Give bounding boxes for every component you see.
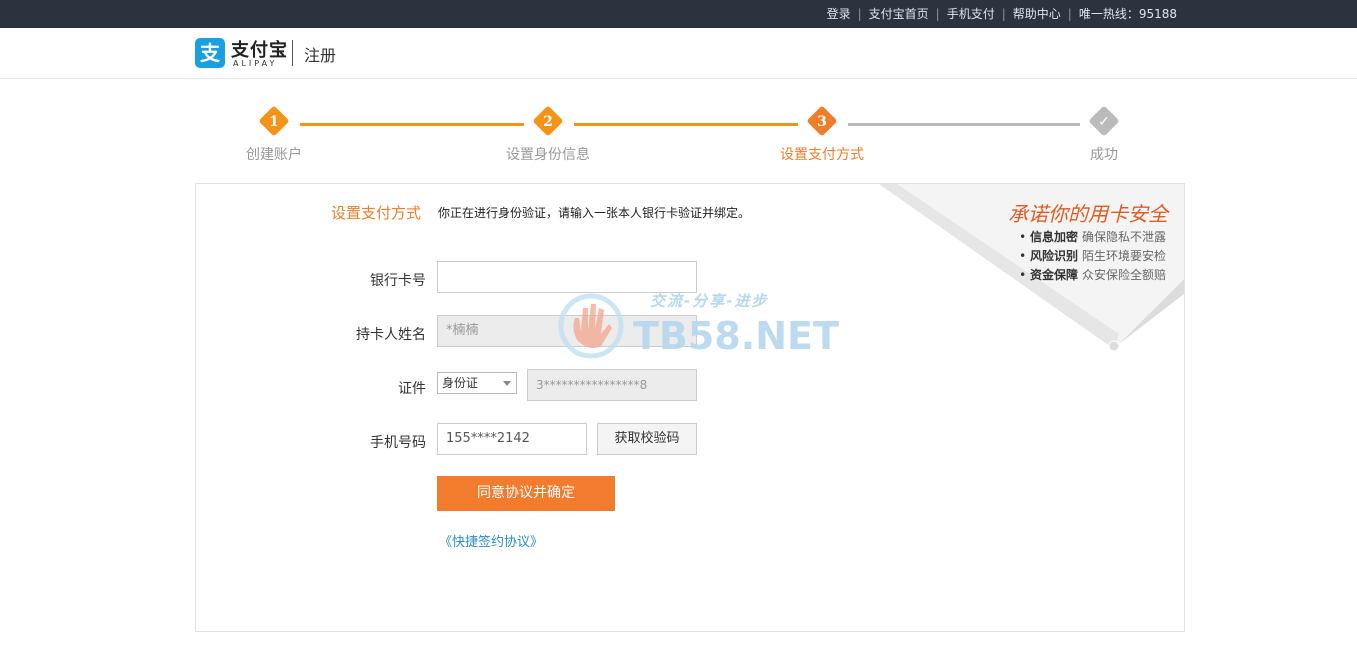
agree-submit-button[interactable]: 同意协议并确定 xyxy=(437,476,615,511)
nav-separator: | xyxy=(1067,7,1072,21)
top-bar: 登录 | 支付宝首页 | 手机支付 | 帮助中心 | 唯一热线：95188 xyxy=(0,0,1357,28)
step-connector xyxy=(300,123,524,126)
alipay-logo-icon[interactable]: 支 xyxy=(195,38,225,68)
promo-item: • 信息加密 确保隐私不泄露 xyxy=(1019,230,1166,244)
nav-separator: | xyxy=(1001,7,1006,21)
top-nav: 登录 | 支付宝首页 | 手机支付 | 帮助中心 | 唯一热线：95188 xyxy=(827,0,1177,28)
header: 支 支付宝 ALIPAY 注册 xyxy=(0,28,1357,79)
id-label: 证件 xyxy=(398,381,426,397)
payment-form-panel: 承诺你的用卡安全 • 信息加密 确保隐私不泄露 • 风险识别 陌生环境要安检 • 资… xyxy=(195,183,1185,632)
promo-item-value: 众安保险全额赔 xyxy=(1081,268,1166,282)
logo-subtext: ALIPAY xyxy=(233,59,278,68)
step-4-label: 成功 xyxy=(1090,147,1118,163)
card-number-label: 银行卡号 xyxy=(370,273,426,289)
mobile-pay-link[interactable]: 手机支付 xyxy=(947,0,995,28)
promo-item: • 风险识别 陌生环境要安检 xyxy=(1019,249,1166,263)
id-number-input: 3****************8 xyxy=(527,369,697,401)
step-1-label: 创建账户 xyxy=(246,147,302,163)
get-code-button[interactable]: 获取校验码 xyxy=(597,423,697,455)
step-connector xyxy=(574,123,798,126)
promo-item-key: 风险识别 xyxy=(1029,249,1078,263)
promo-item: • 资金保障 众安保险全额赔 xyxy=(1019,268,1166,282)
section-description: 你正在进行身份验证，请输入一张本人银行卡验证并绑定。 xyxy=(438,206,751,220)
step-3-number: 3 xyxy=(817,114,827,130)
chevron-down-icon xyxy=(503,381,511,386)
promo-item-key: 资金保障 xyxy=(1029,268,1078,282)
id-type-value: 身份证 xyxy=(442,376,479,390)
nav-separator: | xyxy=(935,7,940,21)
agreement-link[interactable]: 《快捷签约协议》 xyxy=(439,531,543,550)
hotline-text: 唯一热线：95188 xyxy=(1078,7,1177,21)
progress-steps: 1 创建账户 2 设置身份信息 3 设置支付方式 ✓ 成功 xyxy=(195,105,1185,166)
step-2-number: 2 xyxy=(543,114,553,130)
alipay-home-link[interactable]: 支付宝首页 xyxy=(869,0,929,28)
promo-item-value: 陌生环境要安检 xyxy=(1081,249,1166,263)
section-title: 设置支付方式 xyxy=(331,204,422,222)
security-promo: 承诺你的用卡安全 • 信息加密 确保隐私不泄露 • 风险识别 陌生环境要安检 • 资… xyxy=(879,184,1184,354)
cardholder-label: 持卡人姓名 xyxy=(356,327,426,343)
check-icon: ✓ xyxy=(1098,114,1110,130)
cardholder-input: *楠楠 xyxy=(437,315,697,347)
phone-label: 手机号码 xyxy=(370,435,426,451)
id-type-select[interactable]: 身份证 xyxy=(437,372,517,394)
page-title: 注册 xyxy=(304,46,337,65)
card-number-input[interactable] xyxy=(437,261,697,293)
step-3-label: 设置支付方式 xyxy=(780,147,864,163)
phone-input[interactable]: 155****2142 xyxy=(437,423,587,455)
header-divider xyxy=(292,40,293,66)
step-2-label: 设置身份信息 xyxy=(506,147,590,163)
promo-item-value: 确保隐私不泄露 xyxy=(1081,230,1166,244)
step-connector xyxy=(848,123,1080,126)
help-center-link[interactable]: 帮助中心 xyxy=(1013,0,1061,28)
promo-list: • 信息加密 确保隐私不泄露 • 风险识别 陌生环境要安检 • 资金保障 众安保险全额… xyxy=(1019,228,1166,285)
nav-separator: | xyxy=(857,7,862,21)
step-1-number: 1 xyxy=(269,114,279,130)
promo-title: 承诺你的用卡安全 xyxy=(1008,202,1168,226)
promo-item-key: 信息加密 xyxy=(1029,230,1078,244)
login-link[interactable]: 登录 xyxy=(827,0,851,28)
